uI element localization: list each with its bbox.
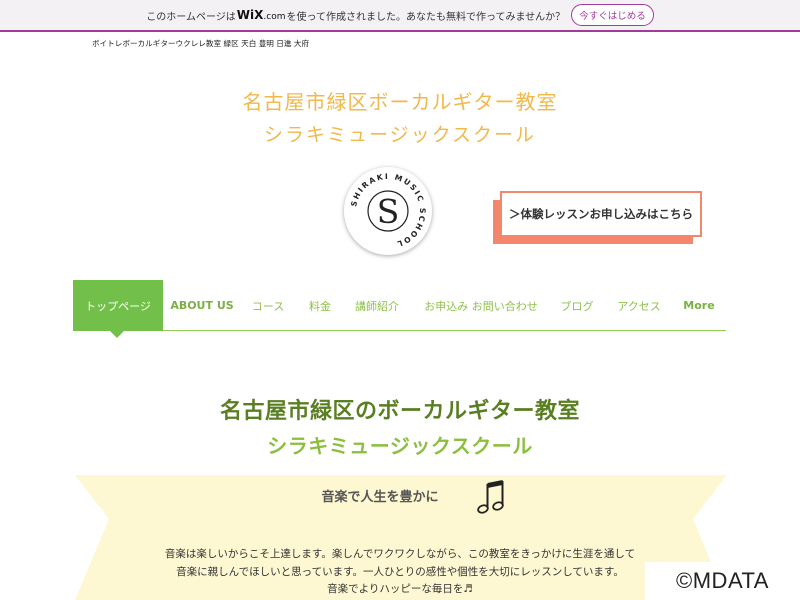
nav-item-more[interactable]: More xyxy=(678,280,720,331)
site-title-line2[interactable]: シラキミュージックスクール xyxy=(0,120,800,147)
catchphrase: 音楽で人生を豊かに xyxy=(321,490,439,505)
wix-banner-text-before: このホームページは xyxy=(146,11,236,23)
watermark: ©MDATA xyxy=(645,562,800,600)
wix-logo-suffix: .com xyxy=(263,12,286,22)
main-nav: トップページ ABOUT US コース 料金 講師紹介 お申込み お問い合わせ … xyxy=(73,280,726,331)
wix-start-now-button[interactable]: 今すぐはじめる xyxy=(571,4,654,26)
nav-item-access[interactable]: アクセス xyxy=(611,280,667,331)
nav-item-price[interactable]: 料金 xyxy=(299,280,341,331)
nav-active-arrow xyxy=(110,331,124,338)
wix-logo[interactable]: WiX.com xyxy=(237,8,286,22)
main-heading: 名古屋市緑区のボーカルギター教室 xyxy=(219,399,580,424)
nav-item-top[interactable]: トップページ xyxy=(73,280,163,331)
intro-text-line1: 音楽は楽しいからこそ上達します。楽しんでワクワクしながら、この教室をきっかけに生… xyxy=(164,548,636,560)
nav-item-blog[interactable]: ブログ xyxy=(554,280,600,331)
main-subheading: シラキミュージックスクール xyxy=(267,434,533,458)
nav-item-course[interactable]: コース xyxy=(245,280,291,331)
nav-item-about-us[interactable]: ABOUT US xyxy=(168,280,236,331)
eighth-notes-icon xyxy=(477,480,504,514)
nav-item-instructor[interactable]: 講師紹介 xyxy=(348,280,406,331)
nav-item-contact[interactable]: お申込み お問い合わせ xyxy=(416,280,546,331)
wix-logo-main: WiX xyxy=(236,8,264,22)
site-tagline: ボイトレボーカルギターウクレレ教室 緑区 天白 豊明 日進 大府 xyxy=(92,39,310,48)
trial-lesson-button[interactable]: ＞体験レッスンお申し込みはこちら xyxy=(500,191,702,237)
logo-letter: S xyxy=(377,192,400,231)
wix-banner-text-after: を使って作成されました。あなたも無料で作ってみませんか？ xyxy=(286,11,566,23)
wix-promo-banner: このホームページは WiX.com を使って作成されました。あなたも無料で作って… xyxy=(0,0,800,32)
school-logo[interactable]: S SHIRAKI MUSIC SCHOOL xyxy=(344,167,432,255)
site-title-line1[interactable]: 名古屋市緑区ボーカルギター教室 xyxy=(0,86,800,115)
